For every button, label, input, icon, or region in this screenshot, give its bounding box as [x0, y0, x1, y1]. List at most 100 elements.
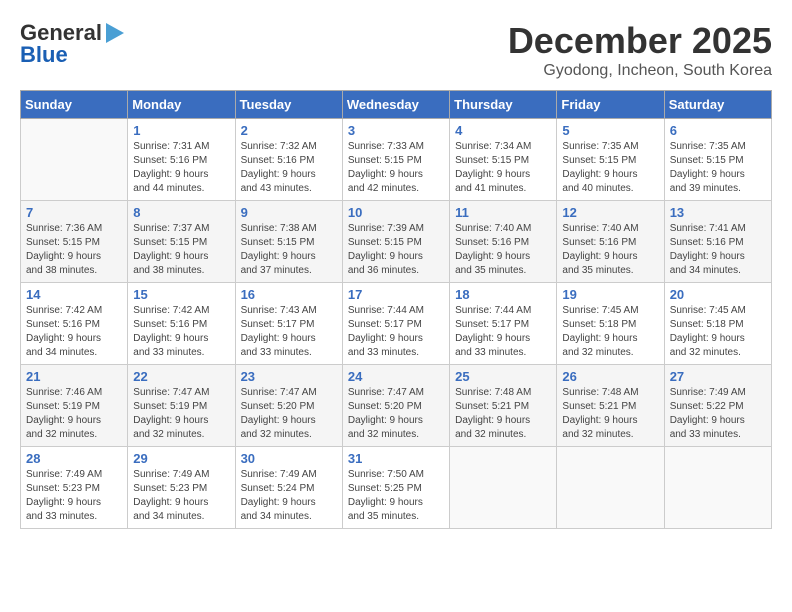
- title-area: December 2025 Gyodong, Incheon, South Ko…: [508, 20, 772, 80]
- calendar-cell: [21, 119, 128, 201]
- calendar-cell: 28 Sunrise: 7:49 AM Sunset: 5:23 PM Dayli…: [21, 447, 128, 529]
- calendar-cell: 22 Sunrise: 7:47 AM Sunset: 5:19 PM Dayli…: [128, 365, 235, 447]
- day-number: 22: [133, 369, 229, 384]
- calendar-cell: 17Sunrise: 7:44 AM Sunset: 5:17 PM Dayli…: [342, 283, 449, 365]
- day-number: 3: [348, 123, 444, 138]
- logo-blue: Blue: [20, 42, 68, 68]
- calendar-table: SundayMondayTuesdayWednesdayThursdayFrid…: [20, 90, 772, 529]
- day-number: 10: [348, 205, 444, 220]
- day-info: Sunrise: 7:42 AM Sunset: 5:16 PM Dayligh…: [26, 304, 122, 360]
- calendar-cell: 9Sunrise: 7:38 AM Sunset: 5:15 PM Daylig…: [235, 201, 342, 283]
- day-number: 31: [348, 451, 444, 466]
- logo: General Blue: [20, 20, 124, 68]
- day-info: Sunrise: 7:31 AM Sunset: 5:16 PM Dayligh…: [133, 140, 229, 196]
- week-row-3: 21 Sunrise: 7:46 AM Sunset: 5:19 PM Dayli…: [21, 365, 772, 447]
- day-number: 30: [241, 451, 337, 466]
- header-saturday: Saturday: [664, 91, 771, 119]
- day-number: 6: [670, 123, 766, 138]
- header-row: SundayMondayTuesdayWednesdayThursdayFrid…: [21, 91, 772, 119]
- header-wednesday: Wednesday: [342, 91, 449, 119]
- calendar-cell: 24 Sunrise: 7:47 AM Sunset: 5:20 PM Dayli…: [342, 365, 449, 447]
- day-info: Sunrise: 7:49 AM Sunset: 5:24 PM Dayligh…: [241, 468, 337, 524]
- calendar-cell: 25 Sunrise: 7:48 AM Sunset: 5:21 PM Dayli…: [450, 365, 557, 447]
- day-info: Sunrise: 7:48 AM Sunset: 5:21 PM Dayligh…: [455, 386, 551, 442]
- calendar-cell: 23Sunrise: 7:47 AM Sunset: 5:20 PM Dayli…: [235, 365, 342, 447]
- calendar-cell: 4 Sunrise: 7:34 AM Sunset: 5:15 PM Daylig…: [450, 119, 557, 201]
- week-row-1: 7Sunrise: 7:36 AM Sunset: 5:15 PM Daylig…: [21, 201, 772, 283]
- calendar-cell: [557, 447, 664, 529]
- day-info: Sunrise: 7:49 AM Sunset: 5:22 PM Dayligh…: [670, 386, 766, 442]
- calendar-cell: 3 Sunrise: 7:33 AM Sunset: 5:15 PM Daylig…: [342, 119, 449, 201]
- calendar-cell: 31Sunrise: 7:50 AM Sunset: 5:25 PM Dayli…: [342, 447, 449, 529]
- location: Gyodong, Incheon, South Korea: [508, 62, 772, 80]
- day-number: 15: [133, 287, 229, 302]
- day-number: 16: [241, 287, 337, 302]
- day-number: 27: [670, 369, 766, 384]
- day-number: 4: [455, 123, 551, 138]
- calendar-cell: 1 Sunrise: 7:31 AM Sunset: 5:16 PM Daylig…: [128, 119, 235, 201]
- day-number: 25: [455, 369, 551, 384]
- day-number: 21: [26, 369, 122, 384]
- header-tuesday: Tuesday: [235, 91, 342, 119]
- day-info: Sunrise: 7:39 AM Sunset: 5:15 PM Dayligh…: [348, 222, 444, 278]
- day-info: Sunrise: 7:45 AM Sunset: 5:18 PM Dayligh…: [670, 304, 766, 360]
- day-number: 7: [26, 205, 122, 220]
- calendar-cell: 27 Sunrise: 7:49 AM Sunset: 5:22 PM Dayli…: [664, 365, 771, 447]
- calendar-cell: 5 Sunrise: 7:35 AM Sunset: 5:15 PM Daylig…: [557, 119, 664, 201]
- calendar-cell: 8Sunrise: 7:37 AM Sunset: 5:15 PM Daylig…: [128, 201, 235, 283]
- calendar-cell: 11Sunrise: 7:40 AM Sunset: 5:16 PM Dayli…: [450, 201, 557, 283]
- day-number: 14: [26, 287, 122, 302]
- day-info: Sunrise: 7:35 AM Sunset: 5:15 PM Dayligh…: [562, 140, 658, 196]
- day-number: 24: [348, 369, 444, 384]
- day-info: Sunrise: 7:45 AM Sunset: 5:18 PM Dayligh…: [562, 304, 658, 360]
- calendar-cell: 20 Sunrise: 7:45 AM Sunset: 5:18 PM Dayli…: [664, 283, 771, 365]
- calendar-cell: 29 Sunrise: 7:49 AM Sunset: 5:23 PM Dayli…: [128, 447, 235, 529]
- day-number: 19: [562, 287, 658, 302]
- day-info: Sunrise: 7:42 AM Sunset: 5:16 PM Dayligh…: [133, 304, 229, 360]
- day-number: 18: [455, 287, 551, 302]
- day-info: Sunrise: 7:40 AM Sunset: 5:16 PM Dayligh…: [455, 222, 551, 278]
- day-info: Sunrise: 7:32 AM Sunset: 5:16 PM Dayligh…: [241, 140, 337, 196]
- page-header: General Blue December 2025 Gyodong, Inch…: [20, 20, 772, 80]
- day-number: 29: [133, 451, 229, 466]
- day-info: Sunrise: 7:44 AM Sunset: 5:17 PM Dayligh…: [455, 304, 551, 360]
- calendar-cell: [664, 447, 771, 529]
- day-info: Sunrise: 7:35 AM Sunset: 5:15 PM Dayligh…: [670, 140, 766, 196]
- calendar-cell: [450, 447, 557, 529]
- week-row-0: 1 Sunrise: 7:31 AM Sunset: 5:16 PM Daylig…: [21, 119, 772, 201]
- week-row-4: 28 Sunrise: 7:49 AM Sunset: 5:23 PM Dayli…: [21, 447, 772, 529]
- day-number: 20: [670, 287, 766, 302]
- calendar-cell: 14 Sunrise: 7:42 AM Sunset: 5:16 PM Dayli…: [21, 283, 128, 365]
- day-number: 12: [562, 205, 658, 220]
- day-number: 13: [670, 205, 766, 220]
- calendar-cell: 13Sunrise: 7:41 AM Sunset: 5:16 PM Dayli…: [664, 201, 771, 283]
- calendar-cell: 18 Sunrise: 7:44 AM Sunset: 5:17 PM Dayli…: [450, 283, 557, 365]
- day-info: Sunrise: 7:48 AM Sunset: 5:21 PM Dayligh…: [562, 386, 658, 442]
- header-thursday: Thursday: [450, 91, 557, 119]
- calendar-cell: 26 Sunrise: 7:48 AM Sunset: 5:21 PM Dayli…: [557, 365, 664, 447]
- day-number: 5: [562, 123, 658, 138]
- day-number: 23: [241, 369, 337, 384]
- day-info: Sunrise: 7:37 AM Sunset: 5:15 PM Dayligh…: [133, 222, 229, 278]
- day-number: 1: [133, 123, 229, 138]
- day-info: Sunrise: 7:46 AM Sunset: 5:19 PM Dayligh…: [26, 386, 122, 442]
- day-info: Sunrise: 7:33 AM Sunset: 5:15 PM Dayligh…: [348, 140, 444, 196]
- day-info: Sunrise: 7:47 AM Sunset: 5:19 PM Dayligh…: [133, 386, 229, 442]
- day-info: Sunrise: 7:49 AM Sunset: 5:23 PM Dayligh…: [133, 468, 229, 524]
- day-info: Sunrise: 7:34 AM Sunset: 5:15 PM Dayligh…: [455, 140, 551, 196]
- calendar-cell: 19 Sunrise: 7:45 AM Sunset: 5:18 PM Dayli…: [557, 283, 664, 365]
- day-info: Sunrise: 7:49 AM Sunset: 5:23 PM Dayligh…: [26, 468, 122, 524]
- calendar-cell: 7Sunrise: 7:36 AM Sunset: 5:15 PM Daylig…: [21, 201, 128, 283]
- week-row-2: 14 Sunrise: 7:42 AM Sunset: 5:16 PM Dayli…: [21, 283, 772, 365]
- day-number: 28: [26, 451, 122, 466]
- calendar-cell: 30 Sunrise: 7:49 AM Sunset: 5:24 PM Dayli…: [235, 447, 342, 529]
- calendar-cell: 2Sunrise: 7:32 AM Sunset: 5:16 PM Daylig…: [235, 119, 342, 201]
- day-info: Sunrise: 7:47 AM Sunset: 5:20 PM Dayligh…: [348, 386, 444, 442]
- calendar-cell: 15 Sunrise: 7:42 AM Sunset: 5:16 PM Dayli…: [128, 283, 235, 365]
- logo-arrow-icon: [106, 23, 124, 43]
- header-sunday: Sunday: [21, 91, 128, 119]
- day-info: Sunrise: 7:44 AM Sunset: 5:17 PM Dayligh…: [348, 304, 444, 360]
- calendar-cell: 16Sunrise: 7:43 AM Sunset: 5:17 PM Dayli…: [235, 283, 342, 365]
- calendar-cell: 21 Sunrise: 7:46 AM Sunset: 5:19 PM Dayli…: [21, 365, 128, 447]
- day-number: 26: [562, 369, 658, 384]
